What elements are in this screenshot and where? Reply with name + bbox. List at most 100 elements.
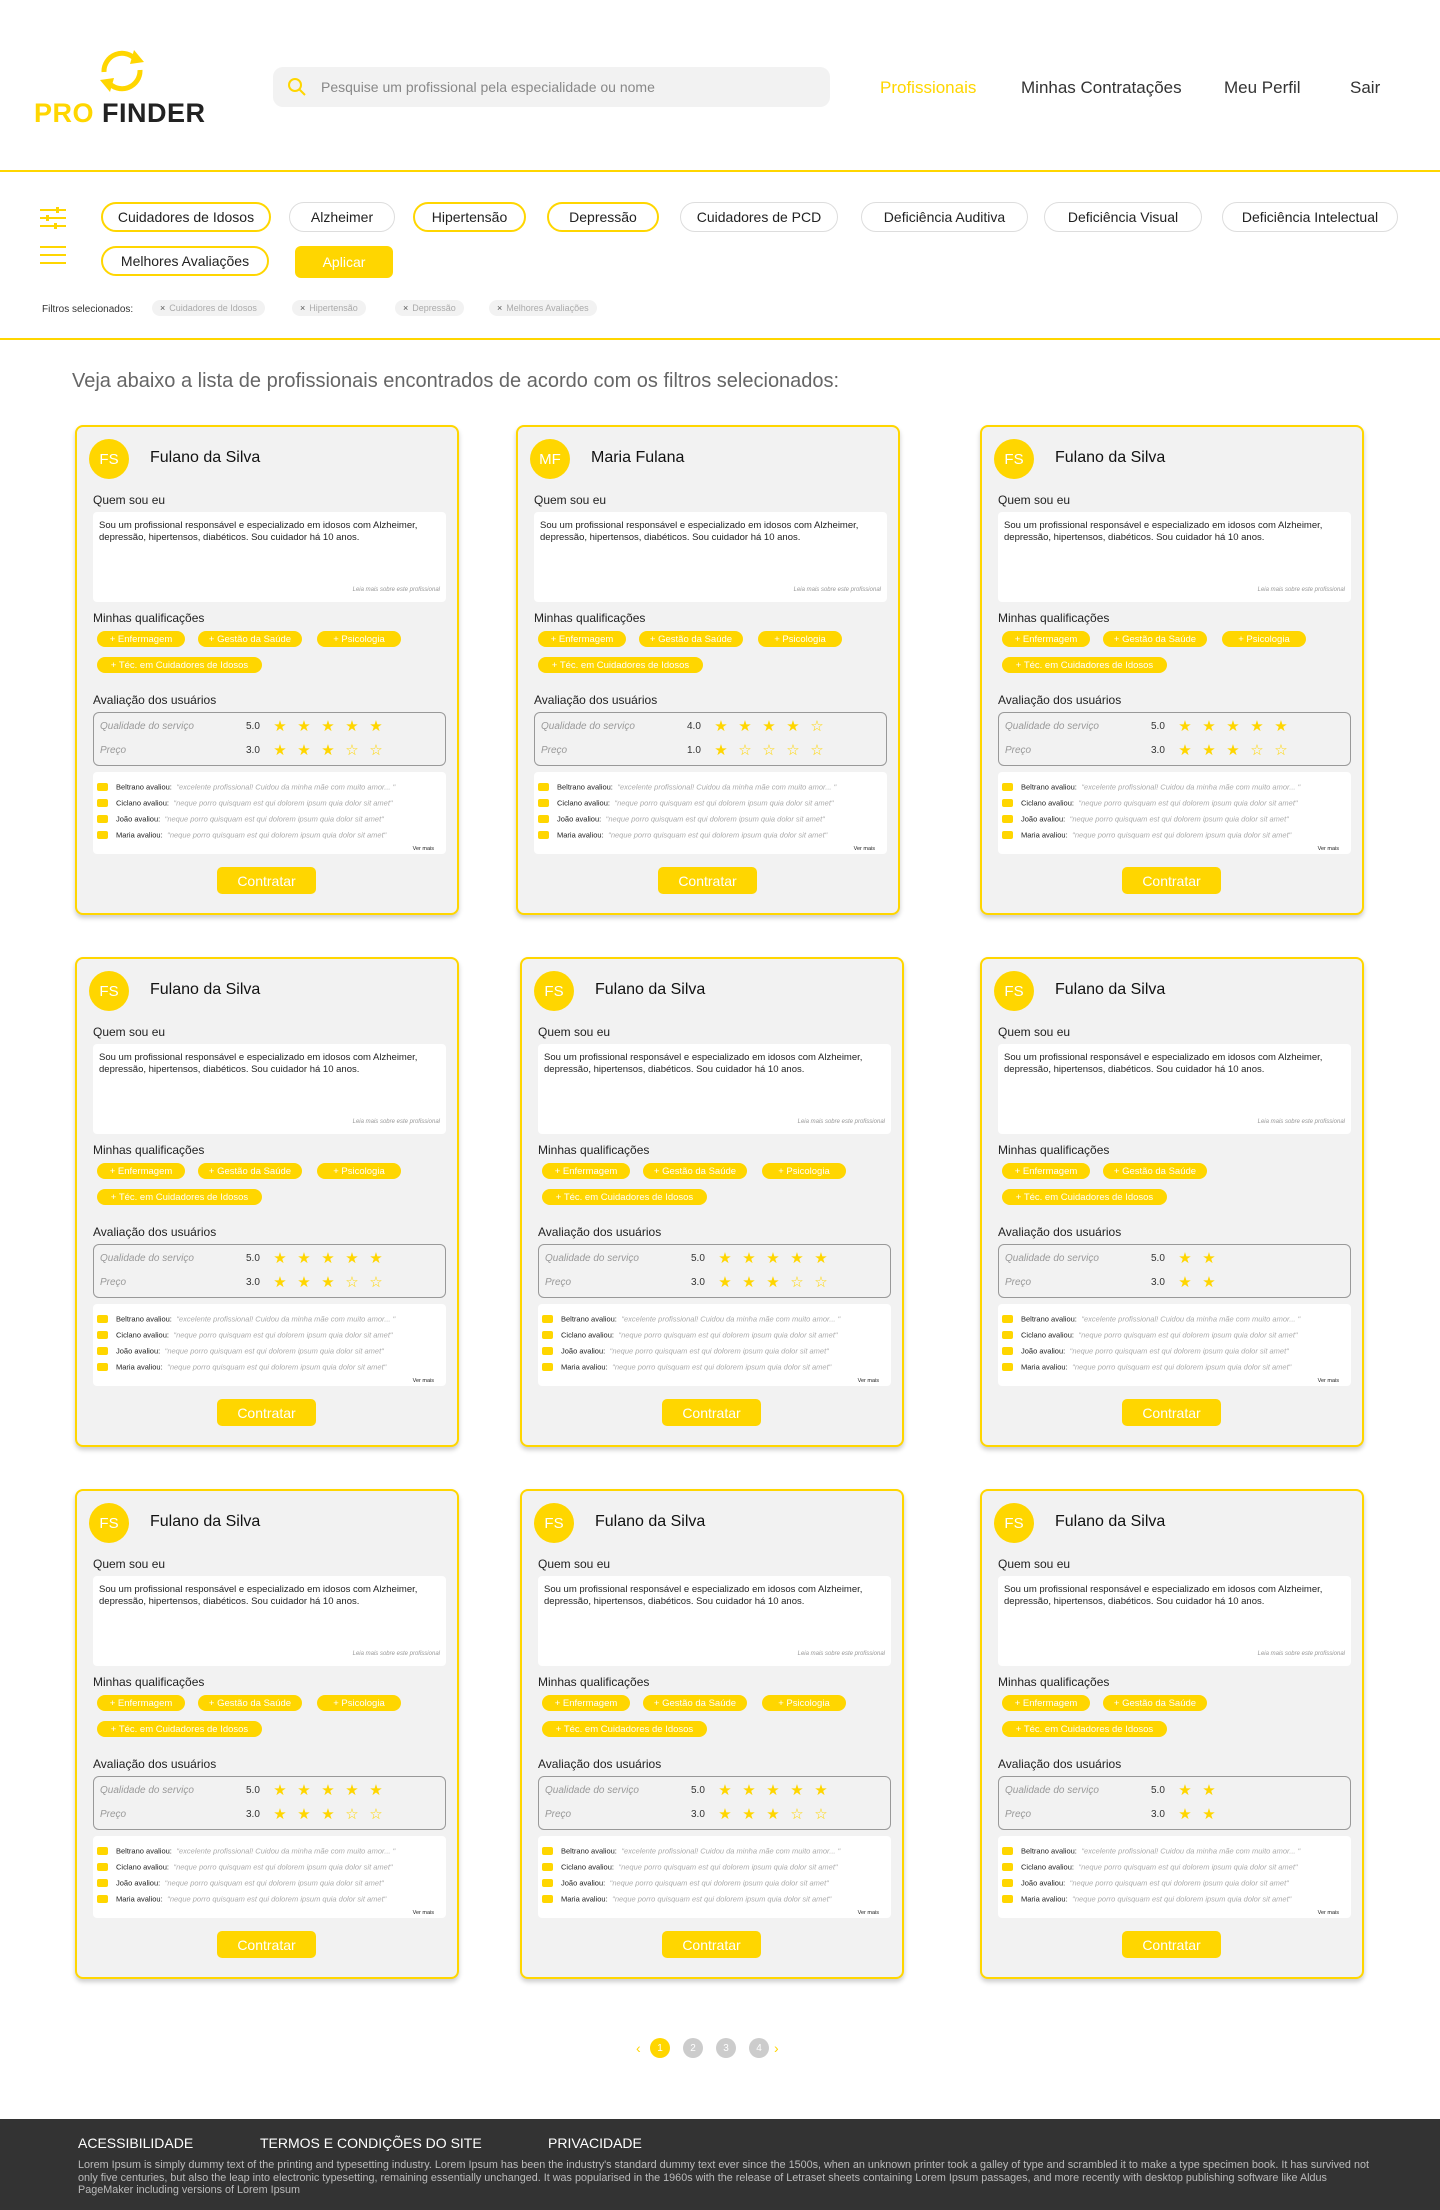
- star-filled-icon: ★: [718, 1782, 732, 1799]
- filter-chip-deficiencia-visual[interactable]: Deficiência Visual: [1044, 202, 1202, 232]
- star-rating: ★ ★ ★ ★ ☆: [709, 717, 829, 737]
- filter-chip-cuidadores-idosos[interactable]: Cuidadores de Idosos: [101, 202, 271, 232]
- bio-box: Sou um profissional responsável e especi…: [998, 512, 1351, 602]
- nav-profissionais[interactable]: Profissionais: [880, 78, 976, 98]
- review-item: João avaliou: "neque porro quisquam est …: [542, 1874, 887, 1888]
- see-more-reviews-link[interactable]: Ver mais: [858, 1378, 879, 1384]
- filter-chip-melhores-avaliacoes[interactable]: Melhores Avaliações: [101, 246, 269, 276]
- hire-button[interactable]: Contratar: [217, 867, 316, 894]
- selected-filter-tag[interactable]: × Hipertensão: [292, 300, 366, 316]
- read-more-link[interactable]: Leia mais sobre este profissional: [1258, 1119, 1345, 1125]
- professional-name[interactable]: Fulano da Silva: [595, 981, 705, 999]
- filter-chip-hipertensao[interactable]: Hipertensão: [413, 202, 526, 232]
- sliders-icon[interactable]: [40, 207, 66, 229]
- nav-meu-perfil[interactable]: Meu Perfil: [1224, 78, 1301, 98]
- review-text: "neque porro quisquam est qui dolorem ip…: [167, 1894, 387, 1904]
- professional-name[interactable]: Maria Fulana: [591, 449, 684, 467]
- see-more-reviews-link[interactable]: Ver mais: [413, 846, 434, 852]
- star-filled-icon: ★: [742, 1782, 756, 1799]
- page-1-button[interactable]: 1: [650, 2038, 670, 2058]
- remove-tag-icon[interactable]: ×: [403, 303, 408, 313]
- star-filled-icon: ★: [369, 1782, 383, 1799]
- remove-tag-icon[interactable]: ×: [160, 303, 165, 313]
- review-item: João avaliou: "neque porro quisquam est …: [542, 1342, 887, 1356]
- review-text: "neque porro quisquam est qui dolorem ip…: [1069, 814, 1289, 824]
- see-more-reviews-link[interactable]: Ver mais: [1318, 1910, 1339, 1916]
- footer-link-privacidade[interactable]: PRIVACIDADE: [548, 2135, 642, 2151]
- read-more-link[interactable]: Leia mais sobre este profissional: [794, 587, 881, 593]
- selected-filter-tag[interactable]: × Depressão: [395, 300, 464, 316]
- footer-link-acessibilidade[interactable]: ACESSIBILIDADE: [78, 2135, 193, 2151]
- reviewer-name: Beltrano avaliou:: [116, 1846, 172, 1856]
- see-more-reviews-link[interactable]: Ver mais: [854, 846, 875, 852]
- read-more-link[interactable]: Leia mais sobre este profissional: [353, 1119, 440, 1125]
- page-2-button[interactable]: 2: [683, 2038, 703, 2058]
- qualification-tag: + Enfermagem: [542, 1695, 630, 1711]
- see-more-reviews-link[interactable]: Ver mais: [1318, 846, 1339, 852]
- filter-chip-cuidadores-pcd[interactable]: Cuidadores de PCD: [680, 202, 838, 232]
- hire-button[interactable]: Contratar: [662, 1931, 761, 1958]
- star-filled-icon: ★: [790, 1250, 804, 1267]
- read-more-link[interactable]: Leia mais sobre este profissional: [798, 1651, 885, 1657]
- professional-name[interactable]: Fulano da Silva: [150, 449, 260, 467]
- next-page-icon[interactable]: ›: [774, 2038, 779, 2058]
- qualification-tag: + Enfermagem: [1002, 1695, 1090, 1711]
- read-more-link[interactable]: Leia mais sobre este profissional: [353, 587, 440, 593]
- hire-button[interactable]: Contratar: [217, 1931, 316, 1958]
- filter-chip-alzheimer[interactable]: Alzheimer: [289, 202, 395, 232]
- professional-card: FS Fulano da Silva Quem sou eu Sou um profi…: [980, 957, 1364, 1447]
- avatar: FS: [89, 971, 129, 1011]
- professional-name[interactable]: Fulano da Silva: [595, 1513, 705, 1531]
- rating-label: Qualidade do serviço: [100, 721, 194, 732]
- nav-minhas-contratacoes[interactable]: Minhas Contratações: [1021, 78, 1182, 98]
- qualification-tag: + Gestão da Saúde: [1103, 1163, 1207, 1179]
- rating-box: Qualidade do serviço 5.0 ★ ★ ★ ★ ★ Preço 3.0 ★ ★ ★ ☆…: [93, 1244, 446, 1298]
- star-filled-icon: ★: [1250, 718, 1264, 735]
- remove-tag-icon[interactable]: ×: [300, 303, 305, 313]
- filter-chip-depressao[interactable]: Depressão: [547, 202, 659, 232]
- search-bar[interactable]: [273, 67, 830, 107]
- read-more-link[interactable]: Leia mais sobre este profissional: [798, 1119, 885, 1125]
- filter-chip-deficiencia-intelectual[interactable]: Deficiência Intelectual: [1222, 202, 1398, 232]
- nav-sair[interactable]: Sair: [1350, 78, 1380, 98]
- selected-filter-tag[interactable]: × Cuidadores de Idosos: [152, 300, 265, 316]
- read-more-link[interactable]: Leia mais sobre este profissional: [353, 1651, 440, 1657]
- review-text: "excelente profissional! Cuidou da minha…: [621, 1314, 841, 1324]
- logo[interactable]: PRO FINDER: [34, 46, 214, 136]
- hire-button[interactable]: Contratar: [1122, 867, 1221, 894]
- see-more-reviews-link[interactable]: Ver mais: [413, 1378, 434, 1384]
- qualifications-label: Minhas qualificações: [93, 1143, 205, 1157]
- star-rating: ★ ★ ★ ★ ★: [1173, 717, 1293, 737]
- hire-button[interactable]: Contratar: [1122, 1931, 1221, 1958]
- ratings-label: Avaliação dos usuários: [998, 1225, 1122, 1239]
- see-more-reviews-link[interactable]: Ver mais: [1318, 1378, 1339, 1384]
- read-more-link[interactable]: Leia mais sobre este profissional: [1258, 587, 1345, 593]
- hire-button[interactable]: Contratar: [662, 1399, 761, 1426]
- page-3-button[interactable]: 3: [716, 2038, 736, 2058]
- apply-filters-button[interactable]: Aplicar: [295, 246, 393, 278]
- professional-name[interactable]: Fulano da Silva: [1055, 449, 1165, 467]
- see-more-reviews-link[interactable]: Ver mais: [413, 1910, 434, 1916]
- star-filled-icon: ★: [742, 1250, 756, 1267]
- see-more-reviews-link[interactable]: Ver mais: [858, 1910, 879, 1916]
- remove-tag-icon[interactable]: ×: [497, 303, 502, 313]
- search-input[interactable]: [321, 79, 801, 95]
- rating-score: 5.0: [246, 1785, 260, 1796]
- professional-name[interactable]: Fulano da Silva: [150, 981, 260, 999]
- review-text: "neque porro quisquam est qui dolorem ip…: [612, 1362, 832, 1372]
- filter-chip-deficiencia-auditiva[interactable]: Deficiência Auditiva: [861, 202, 1028, 232]
- hire-button[interactable]: Contratar: [217, 1399, 316, 1426]
- prev-page-icon[interactable]: ‹: [636, 2038, 641, 2058]
- professional-name[interactable]: Fulano da Silva: [1055, 1513, 1165, 1531]
- menu-icon[interactable]: [40, 244, 66, 266]
- professional-name[interactable]: Fulano da Silva: [150, 1513, 260, 1531]
- read-more-link[interactable]: Leia mais sobre este profissional: [1258, 1651, 1345, 1657]
- hire-button[interactable]: Contratar: [658, 867, 757, 894]
- hire-button[interactable]: Contratar: [1122, 1399, 1221, 1426]
- page-4-button[interactable]: 4: [749, 2038, 769, 2058]
- footer-link-termos[interactable]: TERMOS E CONDIÇÕES DO SITE: [260, 2135, 482, 2151]
- review-text: "excelente profissional! Cuidou da minha…: [621, 1846, 841, 1856]
- star-empty-icon: ☆: [814, 1274, 828, 1291]
- professional-name[interactable]: Fulano da Silva: [1055, 981, 1165, 999]
- selected-filter-tag[interactable]: × Melhores Avaliações: [489, 300, 597, 316]
